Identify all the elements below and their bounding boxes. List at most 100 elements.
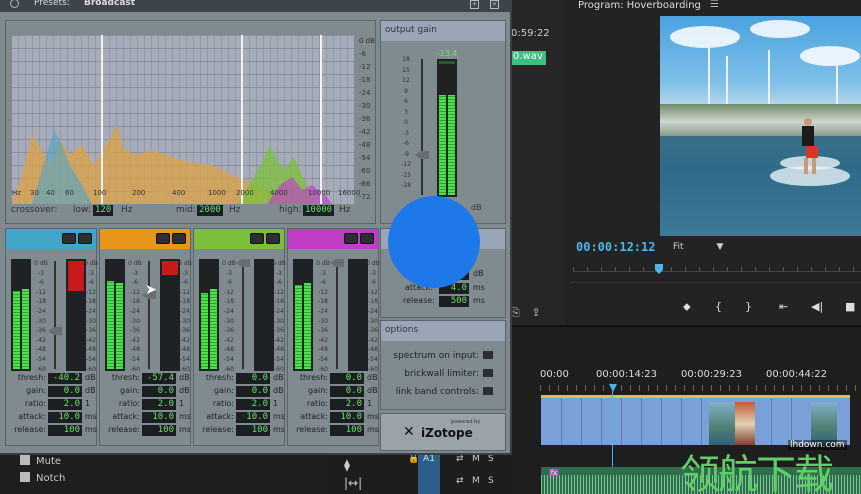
bypass-button[interactable] <box>62 233 76 244</box>
solo-button[interactable] <box>78 233 92 244</box>
marker-icon[interactable]: ⬥ <box>683 300 691 314</box>
sync-icon[interactable]: ⇄ <box>456 476 464 486</box>
zoom-scrollbar[interactable] <box>570 282 861 288</box>
low-crossover-field[interactable]: 120 <box>93 205 114 216</box>
mid-crossover-field[interactable]: 2000 <box>197 205 223 216</box>
db-tick: -72 <box>359 193 371 201</box>
watermark: 领航下载 lhdown.com <box>680 436 861 494</box>
share-icon[interactable]: ⇪ <box>531 306 540 319</box>
release-row: release: 100 ms <box>6 425 97 438</box>
power-icon[interactable] <box>10 0 19 8</box>
gain-field[interactable]: 0.0 <box>48 386 82 397</box>
meter-tick: -6 <box>182 279 188 287</box>
meter-tick: -12 <box>130 288 140 296</box>
gain-label: gain: <box>26 386 46 395</box>
attack-field[interactable]: 10.0 <box>48 412 82 423</box>
gain-field[interactable]: 0.0 <box>142 386 176 397</box>
unit-label: ms <box>273 425 285 434</box>
attack-field[interactable]: 10.0 <box>142 412 176 423</box>
ratio-field[interactable]: 2.0 <box>48 399 82 410</box>
crossover-label: crossover: <box>11 205 58 215</box>
spectrum-on-input-option[interactable]: spectrum on input: <box>393 351 493 361</box>
brickwall-limiter-option[interactable]: brickwall limiter: <box>404 369 493 379</box>
threshold-fader[interactable] <box>48 261 62 369</box>
solo-button[interactable] <box>172 233 186 244</box>
solo-button[interactable] <box>266 233 280 244</box>
gain-row: gain: 0.0 dB <box>288 386 378 399</box>
thresh-field[interactable]: -40.2 <box>48 373 82 384</box>
release-field[interactable]: 100 <box>48 425 82 436</box>
bypass-button[interactable] <box>344 233 358 244</box>
mute-track-button[interactable]: M <box>472 454 480 464</box>
high-crossover-handle[interactable] <box>320 35 322 204</box>
solo-track-button[interactable]: S <box>488 476 494 486</box>
delete-icon[interactable]: × <box>490 0 499 9</box>
output-gain-fader[interactable] <box>415 59 429 195</box>
source-clip[interactable]: 0.wav <box>511 51 546 65</box>
go-to-in-icon[interactable]: ⇤ <box>779 300 788 313</box>
meter-tick: -12 <box>274 288 284 296</box>
fader-knob[interactable] <box>415 151 429 159</box>
ratio-field[interactable]: 2.0 <box>236 399 270 410</box>
release-field[interactable]: 100 <box>330 425 364 436</box>
spectrum-on-input-checkbox[interactable] <box>483 351 493 359</box>
link-band-controls-option[interactable]: link band controls: <box>396 387 493 397</box>
release-label: release: <box>296 425 328 434</box>
link-band-controls-checkbox[interactable] <box>483 387 493 395</box>
thresh-field[interactable]: -57.4 <box>142 373 176 384</box>
attack-row: attack: 10.0 ms <box>6 412 97 425</box>
stop-icon[interactable]: ■ <box>845 300 855 313</box>
slip-tool-icon[interactable]: |↔| <box>344 476 362 490</box>
fit-dropdown[interactable]: Fit ▼ <box>673 242 723 252</box>
release-field[interactable]: 100 <box>142 425 176 436</box>
mark-out-icon[interactable]: } <box>745 300 752 313</box>
threshold-fader[interactable] <box>236 259 250 369</box>
high-crossover-field[interactable]: 10000 <box>303 205 335 216</box>
meter-tick: -48 <box>368 346 378 354</box>
threshold-fader[interactable] <box>330 259 344 369</box>
threshold-fader[interactable] <box>142 261 156 369</box>
ratio-field[interactable]: 2.0 <box>330 399 364 410</box>
meter-tick: -54 <box>130 355 140 363</box>
gain-field[interactable]: 0.0 <box>330 386 364 397</box>
ratio-row: ratio: 2.0 1 <box>6 399 96 412</box>
low-crossover-handle[interactable] <box>101 35 103 204</box>
meter-tick: -54 <box>224 355 234 363</box>
attack-field[interactable]: 10.0 <box>236 412 270 423</box>
izotope-logo: ✕ powered by iZotope <box>380 413 506 451</box>
spectrum-analyzer[interactable] <box>12 35 354 204</box>
bypass-button[interactable] <box>156 233 170 244</box>
program-timecode[interactable]: 00:00:12:12 <box>576 240 655 254</box>
attack-field[interactable]: 10.0 <box>330 412 364 423</box>
list-item[interactable]: Mute <box>20 455 61 467</box>
gain-field[interactable]: 0.0 <box>236 386 270 397</box>
attack-row: attack: 10.0 ms <box>288 412 379 425</box>
plus-icon[interactable]: + <box>470 0 479 9</box>
mute-track-button[interactable]: M <box>472 476 480 486</box>
hamburger-icon[interactable]: ☰ <box>710 0 719 10</box>
playhead-icon[interactable] <box>655 264 663 274</box>
solo-button[interactable] <box>360 233 374 244</box>
meter-tick: -42 <box>86 336 96 344</box>
thresh-field[interactable]: 0.0 <box>330 373 364 384</box>
solo-track-button[interactable]: S <box>488 454 494 464</box>
db-tick: 0 dB <box>359 37 375 45</box>
export-frame-icon[interactable]: ⎘ <box>511 306 520 319</box>
hz-tick: 16000 <box>338 189 361 197</box>
preset-dropdown[interactable]: Broadcast <box>84 0 135 8</box>
thresh-field[interactable]: 0.0 <box>236 373 270 384</box>
sync-icon[interactable]: ⇄ <box>456 454 464 464</box>
attack-row: attack: 10.0 ms <box>194 412 285 425</box>
step-back-icon[interactable]: ◀| <box>811 300 823 313</box>
mark-in-icon[interactable]: { <box>715 300 722 313</box>
brickwall-limiter-checkbox[interactable] <box>483 369 493 377</box>
limiter-release-field[interactable]: 500 <box>439 296 469 307</box>
release-field[interactable]: 100 <box>236 425 270 436</box>
bypass-button[interactable] <box>250 233 264 244</box>
list-item[interactable]: Notch <box>20 472 65 484</box>
mid-crossover-handle[interactable] <box>241 35 243 204</box>
ratio-field[interactable]: 2.0 <box>142 399 176 410</box>
track-a1-target[interactable]: A1 <box>418 450 440 494</box>
ripple-edit-icon[interactable]: ⧫ <box>344 458 350 472</box>
program-scrub-bar[interactable] <box>573 262 861 274</box>
